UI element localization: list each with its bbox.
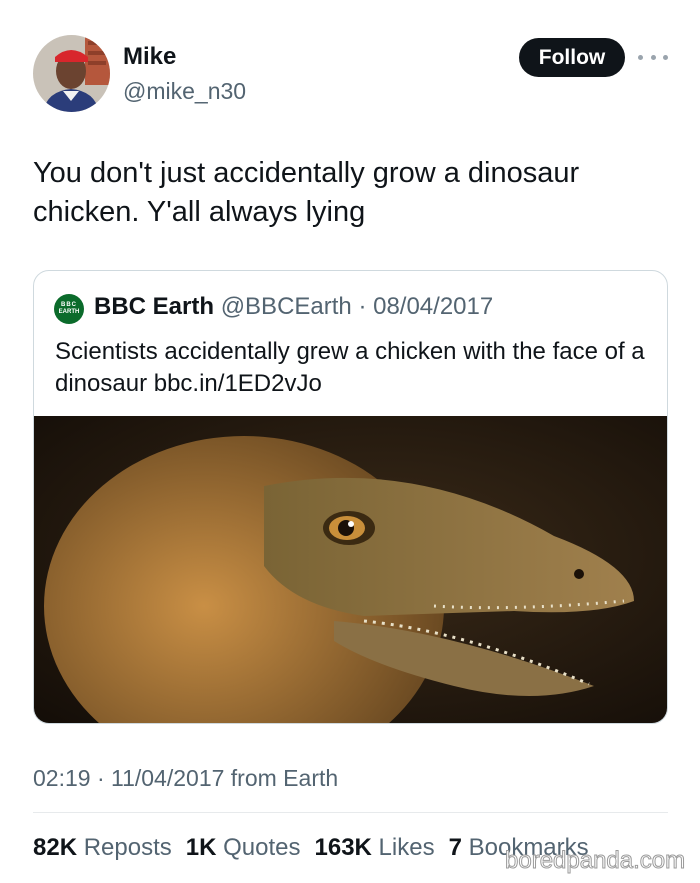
stat-value: 82K [33,834,78,861]
avatar-photo-icon [33,35,110,112]
bbc-earth-logo-icon: BBC EARTH [54,294,84,324]
follow-button[interactable]: Follow [519,38,625,77]
stat-value: 7 [448,834,462,861]
quoted-tweet-header: BBC Earth @BBCEarth · 08/04/2017 [94,293,493,321]
tweet-text: You don't just accidentally grow a dinos… [33,157,580,228]
quoted-author-name[interactable]: BBC Earth [94,293,214,320]
dot [663,54,668,60]
quoted-tweet-image[interactable] [34,416,667,723]
stat-label: Quotes [223,834,301,861]
stat-label: Reposts [83,834,172,861]
logo-line-1: BBC [61,302,77,308]
stat-value: 1K [185,834,217,861]
watermark: boredpanda.com [504,847,686,875]
stat-likes[interactable]: 163K Likes [315,834,435,862]
dinosaur-chicken-image-icon [34,416,667,723]
dot [650,54,656,60]
author-name[interactable]: Mike [123,43,176,71]
dot [638,54,643,60]
quoted-author-handle[interactable]: @BBCEarth [221,293,352,320]
quoted-tweet-card[interactable]: BBC EARTH BBC Earth @BBCEarth · 08/04/20… [33,270,668,724]
divider [33,812,668,813]
tweet-timestamp[interactable]: 02:19 · 11/04/2017 from Earth [33,765,338,792]
quoted-tweet-date: · 08/04/2017 [358,293,494,320]
stat-reposts[interactable]: 82K Reposts [33,834,172,862]
stat-value: 163K [314,834,372,861]
logo-line-2: EARTH [58,309,80,315]
author-avatar[interactable] [33,35,110,112]
quoted-tweet-text: Scientists accidentally grew a chicken w… [55,338,645,397]
author-handle[interactable]: @mike_n30 [123,78,246,105]
more-options-icon[interactable] [638,47,668,67]
stat-label: Likes [378,834,435,861]
stat-quotes[interactable]: 1K Quotes [186,834,301,862]
